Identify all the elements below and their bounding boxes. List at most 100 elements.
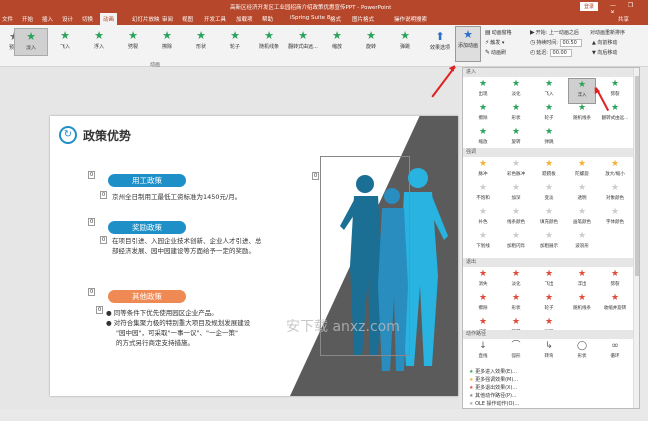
- slide-title[interactable]: 政策优势: [83, 127, 131, 144]
- exit-effect-0[interactable]: ★ 消失: [469, 268, 497, 294]
- gallery-effect-10[interactable]: ★ 旋转: [354, 28, 388, 56]
- enter-effect-5[interactable]: ★ 擦除: [469, 102, 497, 128]
- tab-transitions[interactable]: 切换: [82, 15, 93, 23]
- more-effects-item-3[interactable]: ★ 其他动作路径(P)...: [469, 392, 517, 400]
- more-effects-item-0[interactable]: ★ 更多进入效果(E)...: [469, 368, 517, 376]
- exit-effect-8[interactable]: ★ 随机线条: [568, 292, 596, 318]
- exit-effect-4[interactable]: ★ 劈裂: [601, 268, 629, 294]
- exit-effect-1[interactable]: ★ 淡化: [502, 268, 530, 294]
- exit-effect-9[interactable]: ★ 收缩并旋转: [601, 292, 629, 318]
- tab-design[interactable]: 设计: [62, 15, 73, 23]
- emph-effect-16[interactable]: ★ 加粗闪烁: [502, 230, 530, 256]
- tab-slideshow[interactable]: 幻灯片放映: [132, 15, 160, 23]
- gallery-effect-8[interactable]: ★ 翻转式由远...: [286, 28, 320, 56]
- motion-path-3[interactable]: ◯ 形状: [568, 340, 596, 366]
- start-value[interactable]: 上一动画之后: [549, 30, 579, 36]
- enter-effect-2[interactable]: ★ 飞入: [535, 78, 563, 104]
- slide-canvas[interactable]: ↻ 政策优势 0 用工政策 0 京州全日制用工最低工资标准为1450元/月。 0…: [50, 116, 458, 396]
- emph-effect-6[interactable]: ★ 加深: [502, 182, 530, 208]
- tab-insert[interactable]: 插入: [42, 15, 53, 23]
- emph-effect-17[interactable]: ★ 加粗展示: [535, 230, 563, 256]
- emph-effect-12[interactable]: ★ 填充颜色: [535, 206, 563, 232]
- exit-effect-6[interactable]: ★ 形状: [502, 292, 530, 318]
- emph-effect-9[interactable]: ★ 对象颜色: [601, 182, 629, 208]
- tab-view[interactable]: 视图: [182, 15, 193, 23]
- emph-effect-18[interactable]: ★ 波浪形: [568, 230, 596, 256]
- enter-effect-4[interactable]: ★ 劈裂: [601, 78, 629, 104]
- motion-path-4[interactable]: ∞ 循环: [601, 340, 629, 366]
- exit-effect-7[interactable]: ★ 轮子: [535, 292, 563, 318]
- delay-input[interactable]: 00.00: [549, 49, 572, 57]
- more-effects-item-2[interactable]: ★ 更多退出效果(X)...: [469, 384, 517, 392]
- emph-effect-5[interactable]: ★ 不饱和: [469, 182, 497, 208]
- emph-effect-2[interactable]: ★ 跷跷板: [535, 158, 563, 184]
- exit-effect-2[interactable]: ★ 飞出: [535, 268, 563, 294]
- enter-effect-8[interactable]: ★ 随机线条: [568, 102, 596, 128]
- enter-effect-6[interactable]: ★ 形状: [502, 102, 530, 128]
- gallery-effect-5[interactable]: ★ 形状: [184, 28, 218, 56]
- tab-home[interactable]: 开始: [22, 15, 33, 23]
- bullet-2[interactable]: ● 对符合集聚力极的特别重大项目及规划发展建设: [106, 319, 250, 328]
- motion-path-2[interactable]: ↳ 转弯: [535, 340, 563, 366]
- share-button[interactable]: 共享: [618, 15, 629, 23]
- tab-ispring[interactable]: iSpring Suite 8: [290, 15, 330, 21]
- reward-text-line1[interactable]: 在项目引进、入园企业技术创新、企业人才引进、总: [112, 237, 262, 246]
- move-later-button[interactable]: ▼ 向后移动: [592, 49, 617, 56]
- emph-effect-10[interactable]: ★ 补色: [469, 206, 497, 232]
- panel-scrollbar[interactable]: [633, 68, 639, 408]
- emph-effect-11[interactable]: ★ 线条颜色: [502, 206, 530, 232]
- gallery-effect-6[interactable]: ★ 轮子: [218, 28, 252, 56]
- exit-effect-3[interactable]: ★ 浮出: [568, 268, 596, 294]
- tab-picture-format[interactable]: 图片格式: [352, 15, 374, 23]
- emph-effect-1[interactable]: ★ 彩色脉冲: [502, 158, 530, 184]
- policy-pill-reward[interactable]: 奖励政策: [108, 221, 186, 234]
- tab-format[interactable]: 格式: [330, 15, 341, 23]
- reward-text-line2[interactable]: 部经济发展、园中园建设等方面给予一定的奖励。: [112, 247, 255, 256]
- animation-pane-button[interactable]: ▤动画窗格: [485, 29, 512, 36]
- login-button[interactable]: 登录: [580, 2, 599, 11]
- start-field[interactable]: ▶开始: 上一动画之后: [530, 29, 579, 36]
- effect-options-button[interactable]: ⬆ 效果选项: [429, 29, 451, 61]
- scrollbar-thumb[interactable]: [635, 76, 639, 276]
- emph-effect-3[interactable]: ★ 陀螺旋: [568, 158, 596, 184]
- gallery-effect-7[interactable]: ★ 随机线条: [252, 28, 286, 56]
- tab-tell-me[interactable]: 操作说明搜索: [394, 15, 427, 23]
- gallery-effect-1[interactable]: ★ 飞入: [48, 28, 82, 56]
- gallery-effect-0[interactable]: ★ 淡入: [14, 28, 48, 56]
- tab-developer[interactable]: 开发工具: [204, 15, 226, 23]
- emph-effect-7[interactable]: ★ 变淡: [535, 182, 563, 208]
- policy-pill-other[interactable]: 其他政策: [108, 290, 186, 303]
- emph-effect-0[interactable]: ★ 脉冲: [469, 158, 497, 184]
- motion-path-0[interactable]: ↓ 直线: [469, 340, 497, 366]
- bullet-1[interactable]: ● 同等条件下优先使用园区企业产品。: [106, 309, 218, 318]
- gallery-effect-2[interactable]: ★ 浮入: [82, 28, 116, 56]
- enter-effect-3[interactable]: ★ 浮入: [568, 78, 596, 104]
- tab-addins[interactable]: 加载项: [236, 15, 253, 23]
- emph-effect-8[interactable]: ★ 透明: [568, 182, 596, 208]
- move-earlier-button[interactable]: ▲ 向前移动: [592, 39, 617, 46]
- exit-effect-5[interactable]: ★ 擦除: [469, 292, 497, 318]
- trigger-button[interactable]: ⚡触发 ▾: [485, 39, 504, 46]
- enter-effect-7[interactable]: ★ 轮子: [535, 102, 563, 128]
- duration-input[interactable]: 00.50: [559, 39, 582, 47]
- more-effects-item-4[interactable]: ★ OLE 操作动作(O)...: [469, 400, 519, 408]
- animation-painter-button[interactable]: ✎动画刷: [485, 49, 506, 56]
- emph-effect-4[interactable]: ★ 放大/缩小: [601, 158, 629, 184]
- gallery-effect-3[interactable]: ★ 劈裂: [116, 28, 150, 56]
- tab-review[interactable]: 审阅: [162, 15, 173, 23]
- add-animation-dropdown[interactable]: 进入 ★ 出现 ★ 淡化 ★ 飞入 ★ 浮入 ★ 劈裂 ★ 擦除 ★ 形状 ★ 轮子 ★ 随机线条 ★ 翻转式由远..…: [462, 67, 640, 409]
- policy-pill-employment[interactable]: 用工政策: [108, 174, 186, 187]
- emph-effect-13[interactable]: ★ 画笔颜色: [568, 206, 596, 232]
- more-effects-item-1[interactable]: ★ 更多强调效果(M)...: [469, 376, 518, 384]
- tab-animations[interactable]: 动画: [100, 13, 118, 25]
- tab-file[interactable]: 文件: [2, 15, 13, 23]
- emph-effect-14[interactable]: ★ 字体颜色: [601, 206, 629, 232]
- motion-path-1[interactable]: ⌒ 弧形: [502, 340, 530, 366]
- gallery-effect-4[interactable]: ★ 擦除: [150, 28, 184, 56]
- emph-effect-15[interactable]: ★ 下划线: [469, 230, 497, 256]
- enter-effect-0[interactable]: ★ 出现: [469, 78, 497, 104]
- gallery-effect-9[interactable]: ★ 缩放: [320, 28, 354, 56]
- tab-help[interactable]: 帮助: [262, 15, 273, 23]
- gallery-effect-11[interactable]: ★ 弹跳: [388, 28, 422, 56]
- add-animation-button[interactable]: ★ 添加动画: [455, 26, 481, 62]
